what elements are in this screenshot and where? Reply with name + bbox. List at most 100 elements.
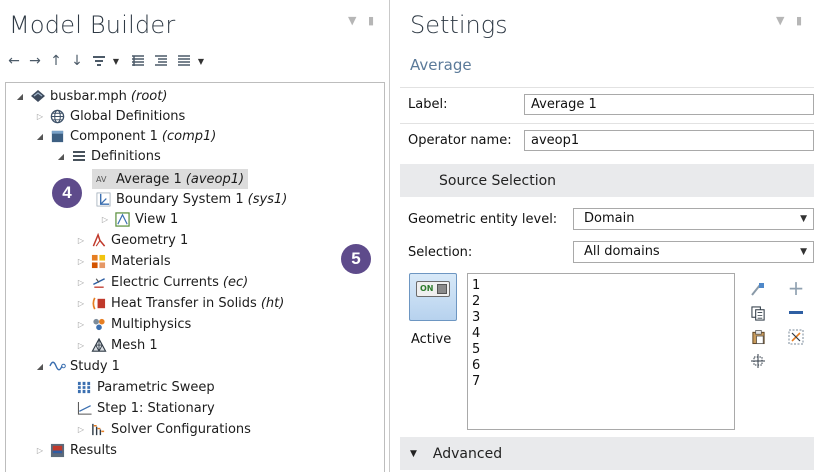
tree-node-materials[interactable]: ▷ Materials: [75, 251, 171, 271]
tree-node-global-definitions[interactable]: ▷ Global Definitions: [34, 106, 185, 126]
svg-text:AV: AV: [96, 175, 107, 184]
source-selection-header[interactable]: Source Selection: [400, 164, 814, 197]
globe-icon: [49, 108, 66, 124]
list-item[interactable]: 5: [472, 342, 480, 358]
tree-node-definitions[interactable]: ◢ Definitions: [55, 146, 161, 166]
tree-label: Global Definitions: [70, 108, 186, 124]
label-input[interactable]: Average 1: [524, 94, 814, 115]
collapsed-arrow-icon[interactable]: ▷: [75, 299, 87, 308]
tree-tag: (ec): [222, 274, 249, 290]
list-item[interactable]: 3: [472, 310, 480, 326]
tree-node-stationary-step[interactable]: Step 1: Stationary: [76, 398, 215, 418]
collapse-arrow-icon: ▼: [410, 448, 417, 459]
zoom-to-selection-icon[interactable]: [749, 352, 767, 370]
definitions-icon: [70, 148, 87, 164]
tree-node-multiphysics[interactable]: ▷ Multiphysics: [75, 314, 191, 334]
tree-tag: (sys1): [247, 191, 288, 207]
sort-dropdown-icon[interactable]: ▼: [195, 52, 207, 70]
tree-node-solver-configurations[interactable]: ▷ Solver Configurations: [75, 419, 251, 439]
tree-node-geometry[interactable]: ▷ Geometry 1: [75, 230, 188, 250]
list-item[interactable]: 2: [472, 294, 480, 310]
show-dropdown-icon[interactable]: ▼: [110, 52, 122, 70]
operator-name-input[interactable]: aveop1: [524, 130, 814, 151]
collapsed-arrow-icon[interactable]: ▷: [75, 236, 87, 245]
model-tree: ◢ busbar.mph (root) ▷ Global Definitions…: [5, 82, 385, 472]
tree-node-heat-transfer[interactable]: ▷ Heat Transfer in Solids (ht): [75, 293, 284, 313]
tree-node-study[interactable]: ◢ Study 1: [34, 356, 120, 376]
average-icon: AV: [95, 171, 112, 187]
selection-select[interactable]: All domains ▼: [573, 241, 814, 263]
tree-label: View 1: [135, 211, 179, 227]
tree-node-results[interactable]: ▷ Results: [34, 440, 117, 460]
pin-icon[interactable]: ▮: [796, 14, 802, 27]
minimize-icon[interactable]: ▼: [776, 14, 784, 27]
model-builder-title: Model Builder: [9, 11, 176, 39]
tree-node-average[interactable]: AV Average 1 (aveop1): [92, 169, 249, 189]
tree-node-mesh[interactable]: ▷ Mesh 1: [75, 335, 158, 355]
settings-title: Settings: [410, 11, 508, 39]
tree-label: Average 1: [116, 171, 182, 187]
collapsed-arrow-icon[interactable]: ▷: [75, 425, 87, 434]
label-field-label: Label:: [408, 97, 448, 112]
expand-arrow-icon[interactable]: ◢: [55, 152, 67, 161]
list-item[interactable]: 7: [472, 374, 480, 390]
expand-arrow-icon[interactable]: ◢: [34, 362, 46, 371]
entity-level-value: Domain: [584, 211, 635, 226]
component-icon: [49, 128, 66, 144]
geometry-icon: [90, 232, 107, 248]
forward-arrow-icon[interactable]: →: [29, 52, 41, 70]
tree-label: busbar.mph: [50, 88, 127, 104]
collapsed-arrow-icon[interactable]: ▷: [99, 215, 111, 224]
collapsed-arrow-icon[interactable]: ▷: [34, 446, 46, 455]
collapsed-arrow-icon[interactable]: ▷: [75, 278, 87, 287]
tree-label: Heat Transfer in Solids: [111, 295, 257, 311]
selection-list[interactable]: 1 2 3 4 5 6 7: [467, 273, 735, 430]
tree-label: Component 1: [70, 128, 158, 144]
advanced-section-header[interactable]: ▼ Advanced: [400, 437, 814, 470]
list-item[interactable]: 4: [472, 326, 480, 342]
active-toggle-button[interactable]: ON: [409, 273, 457, 321]
add-icon[interactable]: +: [787, 276, 805, 300]
clipboard-icon[interactable]: [749, 328, 767, 346]
show-icon[interactable]: [92, 52, 106, 70]
expand-all-icon[interactable]: [131, 52, 145, 70]
tree-node-boundary-system[interactable]: Boundary System 1 (sys1): [95, 189, 287, 209]
tree-node-root[interactable]: ◢ busbar.mph (root): [14, 86, 168, 106]
chevron-down-icon: ▼: [800, 247, 807, 257]
callout-badge-right: 5: [341, 244, 371, 274]
clear-selection-icon[interactable]: [787, 328, 805, 346]
paste-selection-icon[interactable]: [749, 280, 767, 298]
tree-label: Solver Configurations: [111, 421, 251, 437]
entity-level-select[interactable]: Domain ▼: [573, 208, 814, 230]
expand-arrow-icon[interactable]: ◢: [34, 132, 46, 141]
collapsed-arrow-icon[interactable]: ▷: [34, 112, 46, 121]
collapsed-arrow-icon[interactable]: ▷: [75, 341, 87, 350]
remove-icon[interactable]: [787, 304, 805, 322]
collapsed-arrow-icon[interactable]: ▷: [75, 320, 87, 329]
tree-node-component[interactable]: ◢ Component 1 (comp1): [34, 126, 216, 146]
stationary-step-icon: [76, 400, 93, 416]
tree-node-electric-currents[interactable]: ▷ Electric Currents (ec): [75, 272, 248, 292]
expand-arrow-icon[interactable]: ◢: [14, 92, 26, 101]
move-down-icon[interactable]: ↓: [71, 52, 83, 70]
collapse-all-icon[interactable]: [154, 52, 168, 70]
entity-level-label: Geometric entity level:: [408, 212, 558, 227]
operator-row: Operator name: aveop1: [400, 123, 814, 155]
back-arrow-icon[interactable]: ←: [8, 52, 20, 70]
list-item[interactable]: 6: [472, 358, 480, 374]
tree-label: Step 1: Stationary: [97, 400, 215, 416]
list-item[interactable]: 1: [472, 278, 480, 294]
results-icon: [49, 442, 66, 458]
tree-node-view[interactable]: ▷ View 1: [99, 209, 178, 229]
tree-node-parametric-sweep[interactable]: Parametric Sweep: [76, 377, 215, 397]
collapsed-arrow-icon[interactable]: ▷: [75, 257, 87, 266]
advanced-title: Advanced: [432, 445, 503, 462]
minimize-icon[interactable]: ▼: [348, 14, 356, 27]
source-selection-title: Source Selection: [439, 172, 557, 189]
pin-icon[interactable]: ▮: [368, 14, 374, 27]
move-up-icon[interactable]: ↑: [50, 52, 62, 70]
copy-icon[interactable]: [749, 304, 767, 322]
sort-icon[interactable]: [177, 52, 191, 70]
settings-pane: Settings ▼ ▮ Average Label: Average 1 Op…: [400, 0, 814, 472]
selection-value: All domains: [584, 244, 660, 259]
